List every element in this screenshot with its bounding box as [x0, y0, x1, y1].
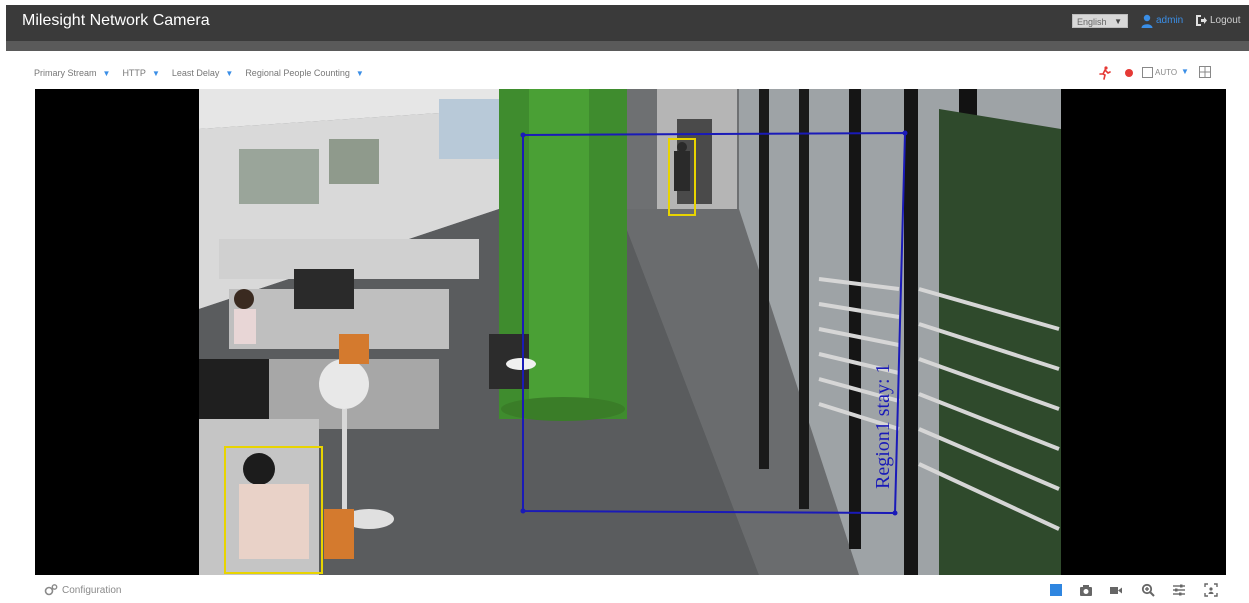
- logout-link[interactable]: Logout: [1210, 15, 1241, 26]
- language-select[interactable]: English ▼: [1072, 14, 1128, 28]
- target-icon[interactable]: [1204, 583, 1218, 597]
- camera-feed: Region1 stay: 1: [199, 89, 1061, 575]
- camera-icon[interactable]: [1079, 583, 1093, 597]
- username-link[interactable]: admin: [1156, 15, 1183, 26]
- language-value: English: [1077, 17, 1107, 27]
- app-title: Milesight Network Camera: [22, 12, 210, 29]
- gear-icon: [44, 584, 58, 596]
- chevron-down-icon: ▼: [355, 68, 364, 78]
- configuration-link[interactable]: Configuration: [44, 584, 121, 596]
- stream-value: Primary Stream: [34, 68, 97, 78]
- protocol-value: HTTP: [122, 68, 146, 78]
- configuration-label: Configuration: [62, 584, 122, 596]
- record-icon[interactable]: [1125, 69, 1133, 77]
- fullscreen-icon[interactable]: [1142, 67, 1153, 78]
- top-bar: Milesight Network Camera: [6, 5, 1249, 41]
- region-label: Region1 stay: 1: [872, 363, 894, 489]
- video-player[interactable]: Region1 stay: 1: [35, 89, 1226, 575]
- running-person-icon[interactable]: [1099, 66, 1111, 80]
- chevron-down-icon: ▼: [225, 68, 234, 78]
- chevron-down-icon: ▼: [151, 68, 160, 78]
- zoom-icon[interactable]: [1141, 583, 1155, 597]
- mode-value: Regional People Counting: [245, 68, 350, 78]
- grid-icon[interactable]: [1199, 66, 1211, 78]
- protocol-select[interactable]: HTTP ▼: [122, 68, 159, 78]
- chevron-down-icon[interactable]: ▼: [1181, 67, 1189, 76]
- settings-sliders-icon[interactable]: [1172, 583, 1186, 597]
- logout-icon[interactable]: [1195, 14, 1207, 27]
- auto-label[interactable]: AUTO: [1155, 68, 1177, 77]
- user-icon[interactable]: [1141, 14, 1153, 28]
- mode-select[interactable]: Regional People Counting ▼: [245, 68, 364, 78]
- delay-value: Least Delay: [171, 68, 220, 78]
- stop-icon[interactable]: [1049, 583, 1063, 597]
- chevron-down-icon: ▼: [102, 68, 111, 78]
- chevron-down-icon: ▼: [1114, 17, 1122, 26]
- top-bar-divider: [6, 41, 1249, 51]
- video-icon[interactable]: [1109, 583, 1123, 597]
- delay-select[interactable]: Least Delay ▼: [172, 68, 233, 78]
- stream-toolbar: Primary Stream ▼ HTTP ▼ Least Delay ▼ Re…: [34, 66, 376, 80]
- stream-select[interactable]: Primary Stream ▼: [34, 68, 110, 78]
